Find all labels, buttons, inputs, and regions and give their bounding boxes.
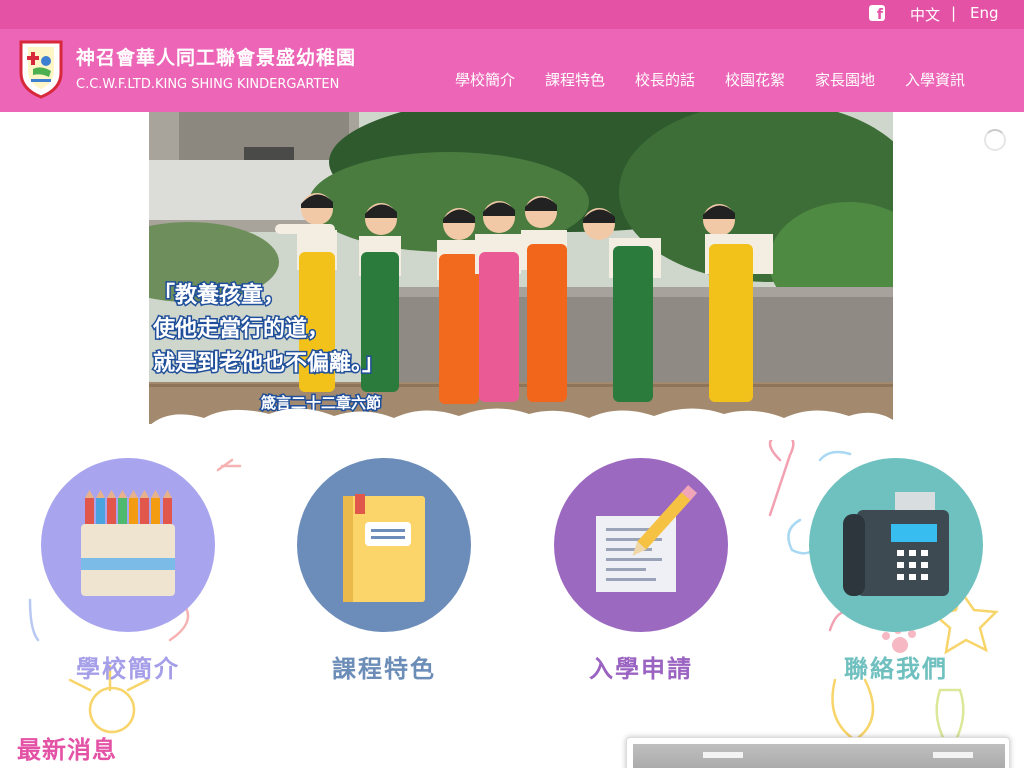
- loading-spinner-icon: [984, 129, 1006, 151]
- nav-school-intro[interactable]: 學校簡介: [455, 69, 515, 91]
- fax-phone-icon: [843, 492, 949, 596]
- lang-english-link[interactable]: Eng: [970, 4, 999, 22]
- site-header: 神召會華人同工聯會景盛幼稚園 C.C.W.F.LTD.KING SHING KI…: [0, 29, 1024, 112]
- top-bar: f 中文 | Eng: [0, 0, 1024, 29]
- feature-label[interactable]: 入學申請: [554, 649, 728, 684]
- news-card[interactable]: [626, 737, 1010, 768]
- notebook-icon: [343, 494, 425, 602]
- hero-quote-line2: 使他走當行的道，: [152, 316, 329, 342]
- feature-circle[interactable]: [41, 458, 215, 632]
- feature-circle[interactable]: [297, 458, 471, 632]
- school-name-english: C.C.W.F.LTD.KING SHING KINDERGARTEN: [76, 77, 340, 92]
- feature-circle[interactable]: [554, 458, 728, 632]
- feature-label[interactable]: 學校簡介: [41, 649, 215, 684]
- nav-admission-info[interactable]: 入學資訊: [905, 69, 965, 91]
- lang-chinese-link[interactable]: 中文: [910, 4, 940, 25]
- nav-campus-highlights[interactable]: 校園花絮: [725, 69, 785, 91]
- hero-quote-line3: 就是到老他也不偏離。」: [153, 350, 384, 376]
- news-section-title: 最新消息: [17, 736, 117, 764]
- banner-cloud-edge: [149, 408, 893, 444]
- news-card-image[interactable]: [633, 744, 1005, 768]
- nav-parents-corner[interactable]: 家長園地: [815, 69, 875, 91]
- feature-label[interactable]: 課程特色: [297, 649, 471, 684]
- feature-circle[interactable]: [809, 458, 983, 632]
- lang-separator: |: [951, 4, 957, 22]
- form-pencil-icon: [596, 484, 698, 592]
- school-logo[interactable]: [19, 39, 63, 99]
- crayon-box-icon: [81, 490, 175, 596]
- school-name-chinese: 神召會華人同工聯會景盛幼稚園: [76, 47, 357, 69]
- feature-curriculum[interactable]: 課程特色: [297, 458, 471, 688]
- nav-curriculum[interactable]: 課程特色: [545, 69, 605, 91]
- feature-admission-application[interactable]: 入學申請: [554, 458, 728, 688]
- feature-label[interactable]: 聯絡我們: [809, 649, 983, 684]
- hero-photo: 「教養孩童， 使他走當行的道， 就是到老他也不偏離。」 箴言二十二章六節: [149, 112, 893, 424]
- facebook-icon[interactable]: f: [869, 5, 885, 22]
- feature-contact-us[interactable]: 聯絡我們: [809, 458, 983, 688]
- hero-banner[interactable]: 「教養孩童， 使他走當行的道， 就是到老他也不偏離。」 箴言二十二章六節: [149, 112, 893, 424]
- hero-quote-line1: 「教養孩童，: [153, 282, 285, 308]
- nav-principal-message[interactable]: 校長的話: [635, 69, 695, 91]
- feature-school-intro[interactable]: 學校簡介: [41, 458, 215, 688]
